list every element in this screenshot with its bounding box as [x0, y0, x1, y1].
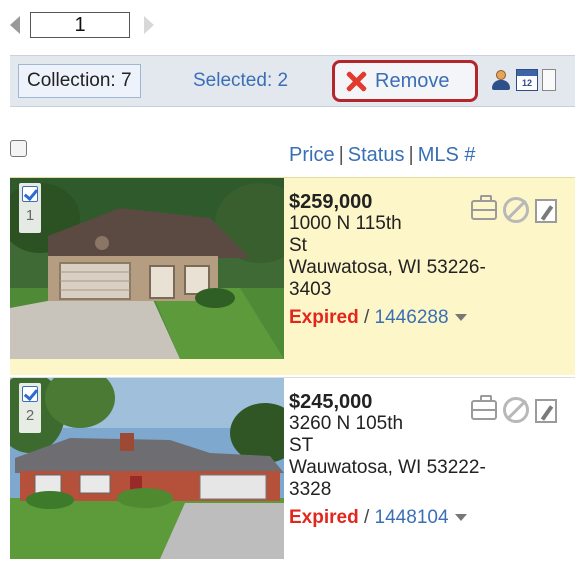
status-badge: Expired — [289, 307, 359, 328]
listing-checkbox-checked-icon[interactable] — [22, 386, 38, 402]
column-separator: | — [408, 144, 414, 166]
remove-button-label: Remove — [375, 69, 450, 92]
listing-action-icons — [471, 195, 575, 226]
calendar-icon[interactable]: 12 — [516, 69, 538, 91]
listing-select-badge[interactable]: 2 — [19, 383, 41, 433]
listing-city-line: Wauwatosa, WI 53222- — [289, 457, 486, 478]
next-page-arrow-icon[interactable] — [144, 16, 154, 34]
briefcase-icon[interactable] — [471, 395, 497, 420]
column-separator: | — [338, 144, 344, 166]
listing-index: 1 — [25, 207, 35, 224]
column-headers: Price | Status | MLS # — [289, 144, 476, 167]
status-separator: / — [363, 507, 370, 528]
listing-address-line2: ST — [289, 435, 314, 456]
mls-number-link[interactable]: 1448104 — [375, 507, 449, 528]
collection-count-button[interactable]: Collection: 7 — [18, 64, 141, 98]
page-number-input[interactable]: 1 — [30, 12, 130, 38]
status-separator: / — [363, 307, 370, 328]
listing-zip-ext: 3328 — [289, 479, 332, 500]
listing-city-line: Wauwatosa, WI 53226- — [289, 257, 486, 278]
selected-count-link[interactable]: Selected: 2 — [193, 64, 288, 98]
listing-row[interactable]: 2 $245,000 3260 N 105th ST Wauwatosa, WI… — [10, 377, 575, 567]
agent-person-icon[interactable] — [490, 69, 512, 91]
edit-note-icon[interactable] — [535, 399, 557, 423]
collection-toolbar: Collection: 7 Selected: 2 Remove 12 — [10, 55, 575, 107]
mls-number-link[interactable]: 1446288 — [375, 307, 449, 328]
listing-status-line: Expired / 1446288 — [289, 307, 575, 329]
listing-address-line2: St — [289, 235, 307, 256]
column-header-row — [0, 107, 575, 177]
chevron-down-icon[interactable] — [454, 314, 467, 322]
listing-zip-ext: 3403 — [289, 279, 332, 300]
listing-index: 2 — [25, 407, 35, 424]
previous-page-arrow-icon[interactable] — [10, 16, 20, 34]
listing-action-icons — [471, 395, 575, 426]
close-x-icon — [345, 70, 367, 92]
listing-photo[interactable]: 1 — [10, 178, 284, 359]
document-icon[interactable] — [542, 69, 556, 91]
price-column-header[interactable]: Price — [289, 144, 335, 166]
status-badge: Expired — [289, 507, 359, 528]
remove-button[interactable]: Remove — [332, 60, 478, 102]
ban-icon[interactable] — [503, 197, 529, 223]
listing-status-line: Expired / 1448104 — [289, 507, 575, 529]
chevron-down-icon[interactable] — [454, 514, 467, 522]
mls-column-header[interactable]: MLS # — [418, 144, 476, 166]
briefcase-icon[interactable] — [471, 195, 497, 220]
listing-row[interactable]: 1 $259,000 1000 N 115th St Wauwatosa, WI… — [10, 177, 575, 375]
listing-photo[interactable]: 2 — [10, 378, 284, 559]
listing-select-badge[interactable]: 1 — [19, 183, 41, 233]
status-column-header[interactable]: Status — [348, 144, 405, 166]
select-all-checkbox[interactable] — [10, 140, 27, 157]
pager: 1 — [10, 8, 154, 42]
listing-checkbox-checked-icon[interactable] — [22, 186, 38, 202]
edit-note-icon[interactable] — [535, 199, 557, 223]
ban-icon[interactable] — [503, 397, 529, 423]
